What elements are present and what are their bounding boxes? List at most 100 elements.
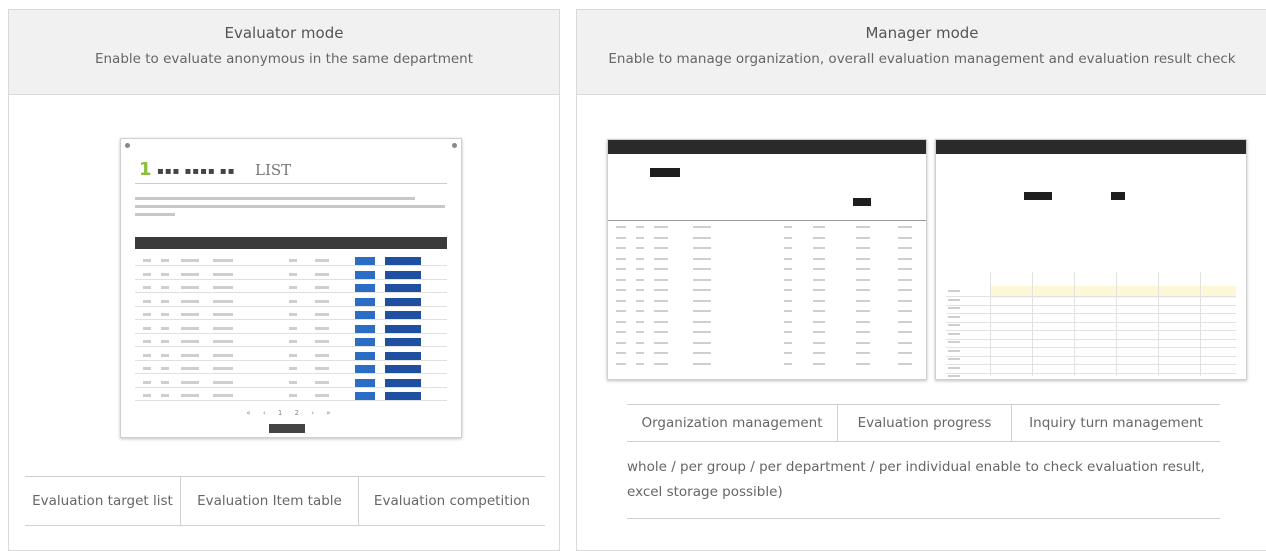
tab-evaluation-target-list[interactable]: Evaluation target list: [25, 477, 180, 525]
row-action-button[interactable]: [355, 392, 375, 400]
cell-text: [161, 367, 169, 370]
row-detail-button[interactable]: [385, 311, 421, 319]
cell-text: [616, 278, 626, 281]
row-action-button[interactable]: [355, 257, 375, 265]
tab-organization-management[interactable]: Organization management: [627, 405, 837, 441]
tab-evaluation-item-table[interactable]: Evaluation Item table: [180, 477, 358, 525]
grid-column: [1200, 272, 1201, 376]
row-action-button[interactable]: [355, 324, 375, 333]
cell-text: [693, 278, 711, 281]
cell-text: [654, 320, 668, 323]
table-row: [135, 278, 447, 280]
cell-text: [213, 259, 233, 262]
row-detail-button[interactable]: [385, 270, 421, 279]
cell-text: [616, 236, 626, 239]
pagination[interactable]: « ‹ 1 2 › »: [121, 409, 461, 417]
row-action-button[interactable]: [355, 297, 375, 306]
row-action-button[interactable]: [355, 284, 375, 292]
row-detail-button[interactable]: [385, 392, 421, 400]
table-row: [135, 373, 447, 374]
cell-text: [693, 236, 711, 239]
row-detail-button[interactable]: [385, 257, 421, 265]
cell-text: [654, 341, 668, 344]
step-number: 1: [139, 159, 152, 180]
cell-text: [784, 352, 792, 354]
cell-text: [693, 310, 711, 312]
cell-text: [856, 257, 870, 260]
table-header-rule: [608, 220, 926, 221]
cell-text: [784, 331, 792, 333]
cell-text: [654, 352, 668, 354]
filter-button[interactable]: [1024, 192, 1052, 200]
cell-text: [898, 289, 912, 291]
cell-text: [856, 362, 870, 365]
row-detail-button[interactable]: [385, 297, 421, 306]
manager-mode-header: Manager mode Enable to manage organizati…: [577, 10, 1266, 95]
cell-text: [161, 394, 169, 397]
cell-text: [948, 332, 960, 335]
row-detail-button[interactable]: [385, 324, 421, 333]
cell-text: [315, 272, 329, 276]
cell-text: [813, 341, 825, 344]
row-detail-button[interactable]: [385, 284, 421, 292]
search-button[interactable]: [853, 198, 871, 206]
organization-management-screenshot: [607, 139, 927, 380]
table-row: [135, 319, 447, 320]
tab-evaluation-competition[interactable]: Evaluation competition: [358, 477, 545, 525]
confirm-button[interactable]: [269, 424, 305, 433]
row-detail-button[interactable]: [385, 338, 421, 346]
cell-text: [813, 247, 825, 249]
cell-text: [636, 247, 644, 249]
cell-text: [784, 289, 792, 291]
cell-text: [181, 353, 199, 357]
cell-text: [616, 341, 626, 344]
cell-text: [693, 289, 711, 291]
row-action-button[interactable]: [355, 311, 375, 319]
search-button[interactable]: [1111, 192, 1125, 200]
cell-text: [143, 326, 151, 330]
row-action-button[interactable]: [355, 351, 375, 360]
tab-inquiry-turn-management[interactable]: Inquiry turn management: [1011, 405, 1220, 441]
cell-text: [315, 340, 329, 343]
grid-column: [1074, 272, 1075, 376]
intro-text-line: [135, 197, 415, 200]
cell-text: [315, 380, 329, 384]
cell-text: [143, 380, 151, 384]
cell-text: [636, 226, 644, 228]
row-action-button[interactable]: [355, 378, 375, 387]
cell-text: [616, 257, 626, 260]
cell-text: [813, 268, 825, 270]
grid-column: [990, 272, 991, 376]
row-action-button[interactable]: [355, 270, 375, 279]
cell-text: [856, 289, 870, 291]
cell-text: [181, 259, 199, 262]
cell-text: [898, 226, 912, 228]
table-row: [135, 386, 447, 388]
row-action-button[interactable]: [355, 338, 375, 346]
row-detail-button[interactable]: [385, 351, 421, 360]
cell-text: [616, 289, 626, 291]
cell-text: [636, 352, 644, 354]
cell-text: [289, 367, 297, 370]
cell-text: [616, 352, 626, 354]
cell-text: [898, 278, 912, 281]
row-detail-button[interactable]: [385, 378, 421, 387]
cell-text: [898, 331, 912, 333]
cell-text: [948, 315, 960, 318]
tab-evaluation-progress[interactable]: Evaluation progress: [837, 405, 1011, 441]
cell-text: [289, 353, 297, 357]
cell-text: [654, 257, 668, 260]
manager-mode-title: Manager mode: [865, 24, 979, 42]
cell-text: [898, 362, 912, 365]
cell-text: [181, 340, 199, 343]
row-action-button[interactable]: [355, 365, 375, 373]
top-navigation-bar: [608, 140, 926, 154]
grid-column: [1158, 272, 1159, 376]
cell-text: [784, 226, 792, 228]
cell-text: [784, 299, 792, 302]
tab-button[interactable]: [650, 168, 680, 177]
cell-text: [693, 299, 711, 302]
cell-text: [856, 352, 870, 354]
cell-text: [856, 247, 870, 249]
row-detail-button[interactable]: [385, 365, 421, 373]
